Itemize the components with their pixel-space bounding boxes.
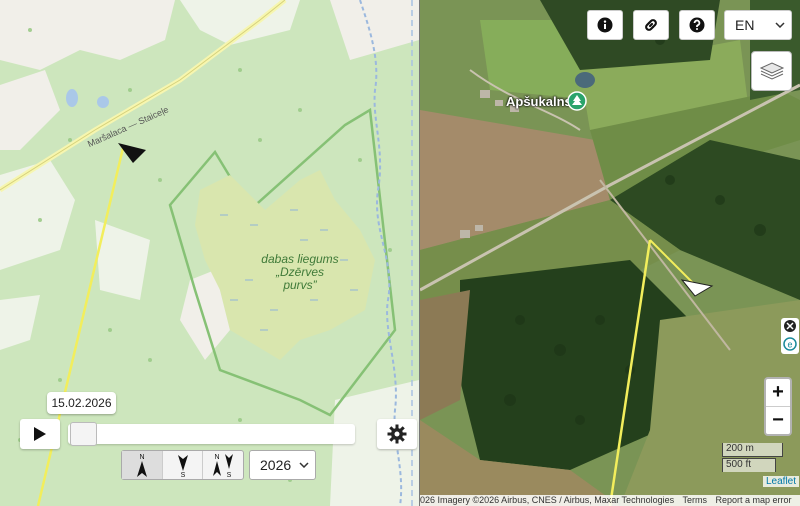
north-south-direction-button[interactable]: N S	[203, 451, 243, 479]
south-arrow-icon: S	[177, 455, 188, 478]
north-south-arrow-icon: N S	[213, 454, 234, 478]
gear-icon	[387, 424, 407, 444]
date-tooltip: 15.02.2026	[47, 392, 116, 414]
year-select[interactable]: 2026	[249, 450, 316, 480]
zoom-out-button[interactable]: −	[766, 406, 790, 434]
north-arrow-icon: N	[136, 454, 147, 477]
terms-link[interactable]: Terms	[682, 495, 707, 505]
year-value: 2026	[260, 457, 292, 473]
scale-metric: 200 m	[722, 443, 783, 457]
settings-button[interactable]	[377, 419, 417, 449]
timeline-slider-handle[interactable]	[70, 422, 97, 446]
info-button[interactable]	[587, 10, 623, 40]
south-direction-button[interactable]: S	[163, 451, 204, 479]
leaflet-link[interactable]: Leaflet	[763, 476, 800, 487]
link-button[interactable]	[633, 10, 669, 40]
chevron-down-icon	[775, 22, 785, 28]
side-toolbar: e	[781, 318, 799, 354]
poi-label: Apšukalns	[506, 94, 572, 109]
language-select[interactable]: EN	[724, 10, 792, 40]
svg-text:N: N	[215, 454, 220, 461]
attribution-bar: 026 Imagery ©2026 Airbus, CNES / Airbus,…	[420, 495, 800, 506]
reserve-label: dabas liegums „Dzērves purvs”	[261, 252, 339, 292]
help-icon	[689, 17, 705, 33]
svg-text:S: S	[227, 472, 232, 478]
side-icons: e	[783, 320, 797, 351]
direction-toggle-group: N S N S	[121, 450, 244, 480]
right-satellite-map[interactable]: Apšukalns	[420, 0, 800, 506]
link-icon	[645, 19, 657, 31]
help-button[interactable]	[679, 10, 715, 40]
play-button[interactable]	[20, 419, 60, 449]
svg-text:S: S	[180, 472, 185, 478]
language-value: EN	[735, 17, 755, 33]
layers-icon	[759, 62, 784, 80]
report-map-error-link[interactable]: Report a map error	[715, 495, 791, 505]
satellite-map-canvas	[420, 0, 800, 506]
imagery-attribution: 026 Imagery ©2026 Airbus, CNES / Airbus,…	[420, 495, 675, 505]
svg-text:N: N	[139, 454, 144, 461]
north-direction-button[interactable]: N	[122, 451, 163, 479]
svg-text:e: e	[787, 340, 792, 350]
timeline-slider[interactable]	[68, 424, 355, 444]
zoom-control: + −	[764, 377, 792, 436]
info-icon	[597, 17, 613, 33]
play-icon	[34, 427, 46, 441]
chevron-down-icon	[299, 462, 309, 468]
zoom-in-button[interactable]: +	[766, 379, 790, 406]
scale-imperial: 500 ft	[722, 458, 776, 472]
tree-icon[interactable]	[567, 91, 587, 111]
layers-button[interactable]	[751, 51, 792, 91]
